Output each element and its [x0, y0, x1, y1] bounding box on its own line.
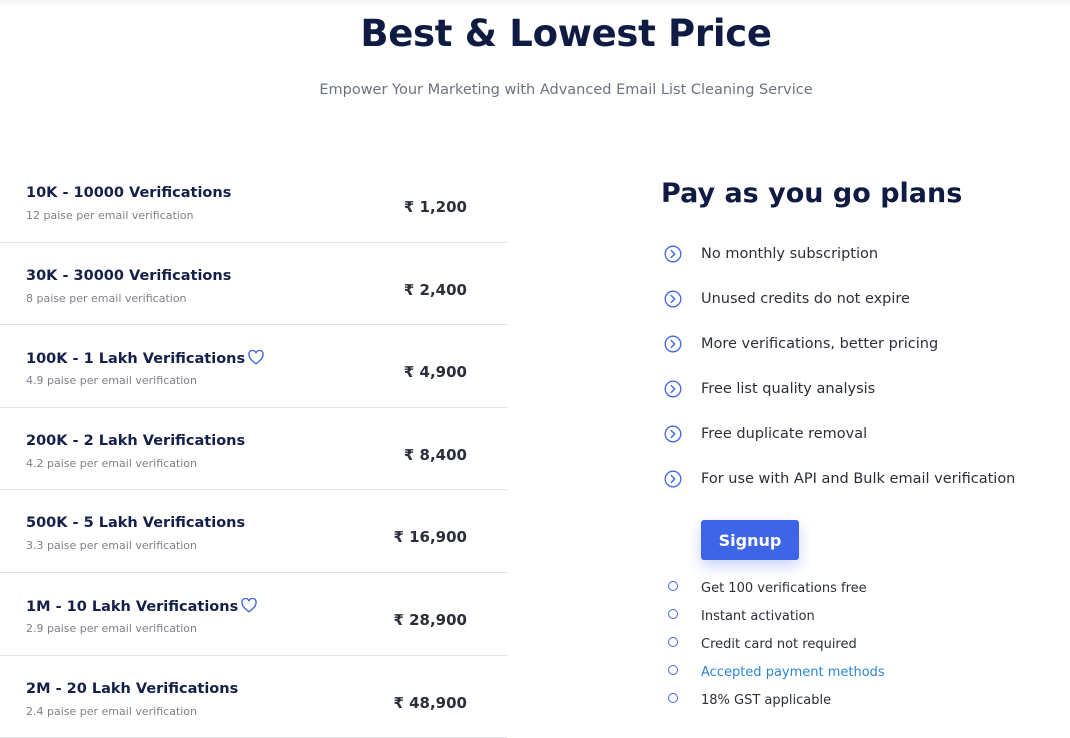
chevron-circle-right-icon [664, 245, 682, 263]
page-subtitle: Empower Your Marketing with Advanced Ema… [319, 82, 813, 98]
chevron-circle-right-icon [664, 380, 682, 398]
signup-button[interactable]: Signup [701, 520, 799, 560]
payg-title: Pay as you go plans [661, 178, 963, 209]
plan-price: ₹ 16,900 [393, 528, 467, 547]
heart-icon [248, 350, 264, 365]
plan-price: ₹ 48,900 [393, 693, 467, 712]
note-text: 18% GST applicable [701, 693, 832, 708]
plan-row[interactable]: 500K - 5 Lakh Verifications 3.3 paise pe… [0, 490, 507, 573]
circle-icon [668, 665, 678, 675]
plan-row[interactable]: 2M - 20 Lakh Verifications 2.4 paise per… [0, 656, 507, 738]
plan-per-email: 4.9 paise per email verification [26, 374, 198, 388]
plan-price: ₹ 1,200 [403, 198, 467, 216]
plan-price: ₹ 8,400 [403, 445, 467, 464]
plan-price: ₹ 4,900 [403, 363, 467, 382]
plan-per-email: 2.4 paise per email verification [26, 704, 198, 718]
heart-icon [241, 597, 257, 613]
plan-per-email: 4.2 paise per email verification [26, 456, 198, 470]
top-shadow [0, 0, 1070, 6]
chevron-circle-right-icon [664, 335, 682, 353]
page-title: Best & Lowest Price [360, 12, 772, 55]
plan-name: 30K - 30000 Verifications [26, 267, 232, 284]
circle-icon [668, 609, 678, 619]
plan-price: ₹ 2,400 [403, 280, 467, 299]
feature-text: Unused credits do not expire [701, 291, 910, 307]
plan-row[interactable]: 100K - 1 Lakh Verifications 4.9 paise pe… [0, 325, 507, 408]
plan-name: 500K - 5 Lakh Verifications [26, 515, 246, 532]
feature-text: No monthly subscription [701, 246, 879, 262]
chevron-circle-right-icon [664, 425, 682, 443]
feature-text: Free list quality analysis [701, 381, 876, 397]
plan-name: 100K - 1 Lakh Verifications [26, 350, 264, 367]
feature-text: More verifications, better pricing [701, 336, 939, 352]
plan-per-email: 8 paise per email verification [26, 291, 187, 305]
plan-per-email: 12 paise per email verification [26, 209, 194, 222]
circle-icon [668, 693, 678, 703]
plans-list: 10K - 10000 Verifications 12 paise per e… [0, 160, 507, 738]
plan-name: 200K - 2 Lakh Verifications [26, 432, 246, 449]
plan-name: 10K - 10000 Verifications [26, 185, 232, 201]
plan-per-email: 2.9 paise per email verification [26, 621, 198, 635]
note-text: Credit card not required [701, 637, 857, 652]
payment-methods-link[interactable]: Accepted payment methods [701, 665, 885, 680]
chevron-circle-right-icon [664, 470, 682, 488]
circle-icon [668, 637, 678, 647]
plan-name: 1M - 10 Lakh Verifications [26, 597, 257, 615]
note-text: Instant activation [701, 609, 815, 624]
feature-text: For use with API and Bulk email verifica… [701, 471, 1016, 487]
circle-icon [668, 581, 678, 591]
plan-price: ₹ 28,900 [393, 610, 467, 629]
plan-row[interactable]: 10K - 10000 Verifications 12 paise per e… [0, 160, 507, 243]
chevron-circle-right-icon [664, 290, 682, 308]
plan-row[interactable]: 1M - 10 Lakh Verifications 2.9 paise per… [0, 573, 507, 656]
plan-row[interactable]: 200K - 2 Lakh Verifications 4.2 paise pe… [0, 408, 507, 491]
feature-text: Free duplicate removal [701, 426, 868, 442]
pricing-page: Best & Lowest Price Empower Your Marketi… [0, 0, 1070, 738]
plan-name: 2M - 20 Lakh Verifications [26, 680, 239, 697]
note-text: Get 100 verifications free [701, 581, 867, 596]
plan-per-email: 3.3 paise per email verification [26, 539, 198, 553]
plan-row[interactable]: 30K - 30000 Verifications 8 paise per em… [0, 243, 507, 326]
